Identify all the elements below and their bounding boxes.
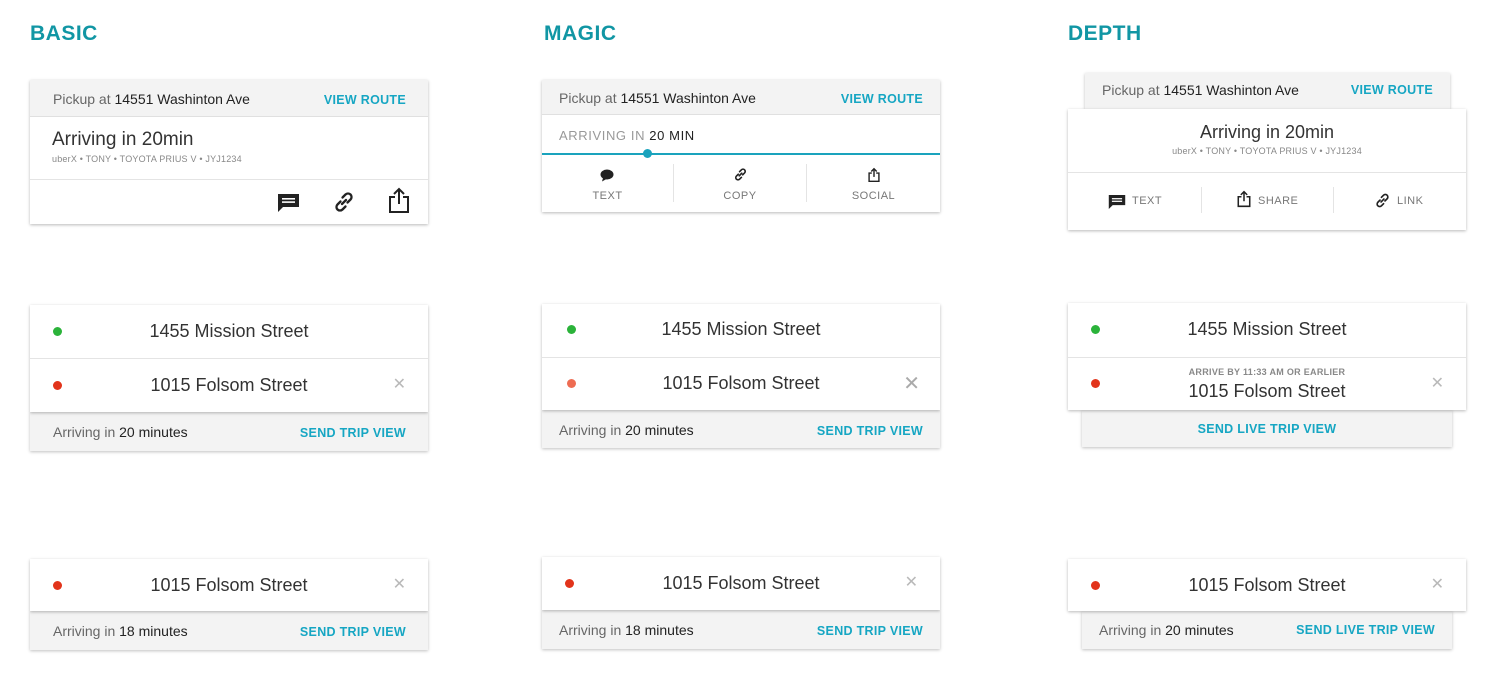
social-label: SOCIAL — [851, 190, 896, 202]
destination-address[interactable]: 1015 Folsom Street — [1068, 381, 1466, 402]
depth-trip-card: Arriving in 20min uberX • TONY • TOYOTA … — [1068, 109, 1466, 230]
link-icon — [735, 168, 746, 181]
link-label: LINK — [1397, 195, 1424, 207]
destination-address[interactable]: 1015 Folsom Street — [542, 373, 940, 394]
destination-address[interactable]: 1015 Folsom Street — [30, 375, 428, 396]
text-action[interactable]: TEXT — [542, 162, 673, 210]
arriving-prefix: Arriving in — [559, 622, 622, 638]
view-route-link[interactable]: VIEW ROUTE — [841, 92, 923, 106]
arriving-bar: Arriving in 18 minutes SEND TRIP VIEW — [542, 610, 940, 649]
close-icon[interactable]: ✕ — [1431, 376, 1444, 392]
column-title-magic: MAGIC — [544, 22, 617, 45]
text-label: TEXT — [1132, 195, 1163, 207]
arriving-time: 20 MIN — [649, 128, 695, 143]
progress-line — [542, 153, 940, 155]
pickup-address: 14551 Washinton Ave — [620, 90, 756, 106]
close-icon[interactable]: ✕ — [393, 577, 406, 593]
arriving-prefix: ARRIVING IN — [559, 128, 646, 143]
arriving-status: ARRIVING IN 20 MIN — [559, 128, 695, 143]
close-icon[interactable]: ✕ — [905, 575, 918, 591]
arriving-bar: Arriving in 18 minutes SEND TRIP VIEW — [30, 611, 428, 650]
trip-details: uberX • TONY • TOYOTA PRIUS V • JYJ1234 — [1172, 146, 1362, 156]
arriving-prefix: Arriving in — [1099, 622, 1162, 638]
origin-address[interactable]: 1455 Mission Street — [542, 319, 940, 340]
column-title-depth: DEPTH — [1068, 22, 1142, 45]
copy-label: COPY — [723, 190, 757, 202]
send-live-trip-view-link[interactable]: SEND LIVE TRIP VIEW — [1296, 623, 1435, 637]
pickup-prefix: Pickup at — [559, 90, 617, 106]
divider — [30, 358, 428, 359]
arriving-title: Arriving in 20min — [1199, 122, 1335, 142]
view-route-link[interactable]: VIEW ROUTE — [1351, 83, 1433, 97]
divider — [1068, 357, 1466, 358]
arriving-minutes: 18 minutes — [119, 623, 188, 639]
pickup-address: 14551 Washinton Ave — [114, 91, 250, 107]
message-icon[interactable] — [277, 193, 300, 213]
trip-details: uberX • TONY • TOYOTA PRIUS V • JYJ1234 — [52, 154, 242, 164]
share-icon — [1237, 190, 1251, 208]
pickup-header: Pickup at 14551 Washinton Ave VIEW ROUTE — [30, 80, 428, 117]
route-card: 1455 Mission Street ARRIVE BY 11:33 AM O… — [1068, 303, 1466, 410]
send-live-bar: SEND LIVE TRIP VIEW — [1082, 410, 1452, 447]
arriving-bar: Arriving in 20 minutes SEND TRIP VIEW — [30, 412, 428, 451]
route-card: 1455 Mission Street 1015 Folsom Street ✕ — [30, 305, 428, 412]
divider — [542, 357, 940, 358]
destination-card: 1015 Folsom Street ✕ — [1068, 559, 1466, 611]
divider — [30, 179, 428, 180]
pickup-address: 14551 Washinton Ave — [1163, 81, 1299, 98]
destination-address[interactable]: 1015 Folsom Street — [30, 575, 428, 596]
arriving-minutes: 20 minutes — [625, 422, 694, 438]
send-trip-view-link[interactable]: SEND TRIP VIEW — [817, 424, 923, 438]
pickup-prefix: Pickup at — [53, 91, 111, 107]
share-icon[interactable] — [388, 187, 410, 214]
social-action[interactable]: SOCIAL — [807, 162, 940, 210]
column-title-basic: BASIC — [30, 22, 98, 45]
arriving-bar: Arriving in 20 minutes SEND TRIP VIEW — [542, 410, 940, 448]
arrive-by-label: ARRIVE BY 11:33 AM OR EARLIER — [1188, 367, 1346, 377]
basic-trip-card: Pickup at 14551 Washinton Ave VIEW ROUTE… — [30, 80, 428, 224]
text-action[interactable]: TEXT — [1068, 173, 1201, 230]
close-icon[interactable]: ✕ — [393, 377, 406, 393]
arriving-minutes: 20 minutes — [1165, 622, 1234, 638]
arriving-minutes: 20 minutes — [119, 424, 188, 440]
share-icon — [868, 167, 880, 182]
arriving-prefix: Arriving in — [53, 424, 116, 440]
send-trip-view-link[interactable]: SEND TRIP VIEW — [300, 625, 406, 639]
copy-action[interactable]: COPY — [674, 162, 806, 210]
magic-trip-card: Pickup at 14551 Washinton Ave VIEW ROUTE… — [542, 80, 940, 212]
pickup-header: Pickup at 14551 Washinton Ave VIEW ROUTE — [542, 80, 940, 115]
pickup-prefix: Pickup at — [1102, 81, 1160, 98]
share-action[interactable]: SHARE — [1202, 173, 1333, 230]
close-icon[interactable]: ✕ — [1431, 577, 1444, 593]
arriving-bar: Arriving in 20 minutes SEND LIVE TRIP VI… — [1082, 611, 1452, 649]
destination-card: 1015 Folsom Street ✕ — [542, 557, 940, 610]
send-live-trip-view-link[interactable]: SEND LIVE TRIP VIEW — [1198, 422, 1337, 436]
origin-address[interactable]: 1455 Mission Street — [1068, 319, 1466, 340]
progress-marker — [643, 149, 652, 158]
destination-address[interactable]: 1015 Folsom Street — [1068, 575, 1466, 596]
message-icon — [1108, 194, 1126, 210]
link-icon — [1376, 193, 1389, 208]
text-label: TEXT — [592, 190, 623, 202]
link-action[interactable]: LINK — [1334, 173, 1466, 230]
pickup-header: Pickup at 14551 Washinton Ave VIEW ROUTE — [1085, 73, 1450, 109]
send-trip-view-link[interactable]: SEND TRIP VIEW — [817, 624, 923, 638]
route-card: 1455 Mission Street 1015 Folsom Street ✕ — [542, 304, 940, 410]
share-label: SHARE — [1258, 195, 1299, 207]
link-icon[interactable] — [332, 190, 356, 214]
origin-address[interactable]: 1455 Mission Street — [30, 321, 428, 342]
close-icon[interactable]: ✕ — [903, 374, 920, 394]
send-trip-view-link[interactable]: SEND TRIP VIEW — [300, 426, 406, 440]
destination-card: 1015 Folsom Street ✕ — [30, 559, 428, 611]
view-route-link[interactable]: VIEW ROUTE — [324, 93, 406, 107]
speech-bubble-icon — [600, 169, 614, 182]
arriving-minutes: 18 minutes — [625, 622, 694, 638]
arriving-prefix: Arriving in — [53, 623, 116, 639]
arriving-title: Arriving in 20min — [52, 129, 194, 150]
arriving-prefix: Arriving in — [559, 422, 622, 438]
destination-address[interactable]: 1015 Folsom Street — [542, 573, 940, 594]
